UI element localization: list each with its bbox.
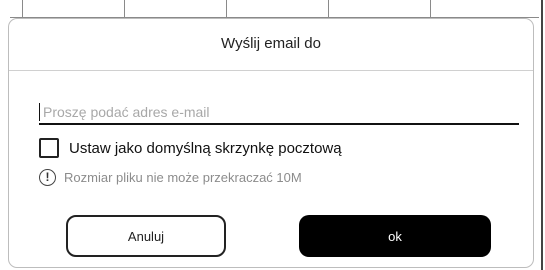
info-icon: ! (39, 168, 56, 186)
grid-column-divider (124, 0, 125, 18)
file-size-notice: ! Rozmiar pliku nie może przekraczać 10M (39, 166, 302, 188)
file-size-notice-text: Rozmiar pliku nie może przekraczać 10M (64, 169, 302, 185)
grid-column-divider (328, 0, 329, 18)
text-caret (39, 103, 40, 121)
default-mailbox-checkbox[interactable] (39, 138, 59, 158)
ok-button[interactable]: ok (299, 215, 491, 257)
email-input[interactable] (39, 101, 519, 125)
cancel-button[interactable]: Anuluj (66, 215, 226, 257)
title-divider (9, 70, 533, 71)
grid-column-divider (430, 0, 431, 18)
grid-column-divider (226, 0, 227, 18)
screen-edge (541, 0, 543, 270)
send-email-dialog: Wyślij email do Ustaw jako domyślną skrz… (8, 18, 534, 268)
default-mailbox-label[interactable]: Ustaw jako domyślną skrzynkę pocztową (69, 140, 342, 157)
default-mailbox-option[interactable]: Ustaw jako domyślną skrzynkę pocztową (39, 137, 342, 159)
grid-column-divider (22, 0, 23, 18)
dialog-title: Wyślij email do (221, 35, 321, 52)
